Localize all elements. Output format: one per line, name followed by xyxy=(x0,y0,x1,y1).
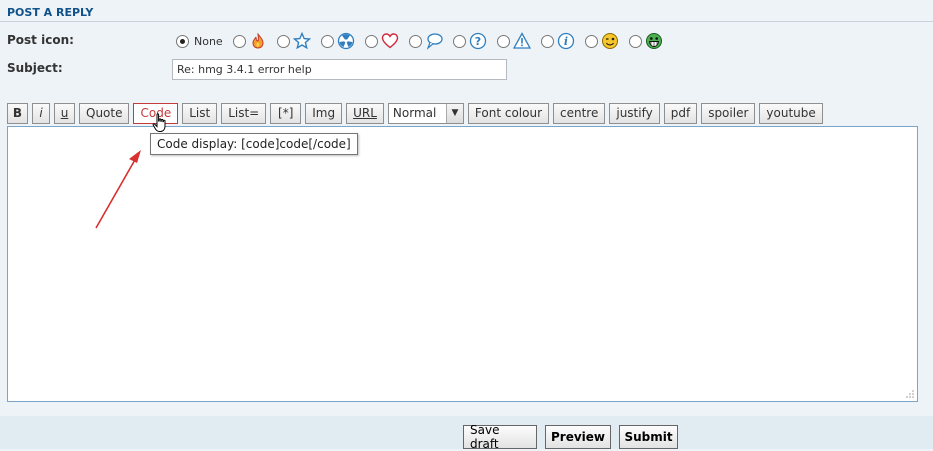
post-icon-none-option[interactable]: None xyxy=(176,34,223,48)
heart-icon xyxy=(381,33,398,49)
radio-wink[interactable] xyxy=(584,34,598,48)
warning-icon xyxy=(512,32,531,49)
bold-button[interactable]: B xyxy=(7,102,28,124)
grin-smiley-icon xyxy=(645,33,662,49)
quote-button[interactable]: Quote xyxy=(79,102,130,124)
post-icon-option-star[interactable] xyxy=(276,32,311,50)
radioactive-icon xyxy=(337,32,354,50)
img-button[interactable]: Img xyxy=(305,102,343,124)
spoiler-button[interactable]: spoiler xyxy=(701,102,756,124)
speech-bubble-icon xyxy=(426,33,443,50)
radio-info[interactable] xyxy=(540,34,554,48)
svg-text:i: i xyxy=(564,35,568,48)
post-icon-option-warning[interactable] xyxy=(496,32,531,50)
info-icon: i xyxy=(557,32,574,50)
radio-radioactive[interactable] xyxy=(320,34,334,48)
list-button[interactable]: List xyxy=(182,102,218,124)
code-tooltip: Code display: [code]code[/code] xyxy=(150,133,358,155)
radio-star[interactable] xyxy=(276,34,290,48)
justify-button[interactable]: justify xyxy=(609,102,660,124)
font-colour-button[interactable]: Font colour xyxy=(467,102,550,124)
list-ordered-button[interactable]: List= xyxy=(221,102,267,124)
post-icon-option-question[interactable]: ? xyxy=(452,32,487,50)
radio-question[interactable] xyxy=(452,34,466,48)
post-icon-option-radioactive[interactable] xyxy=(320,32,355,50)
wink-smiley-icon xyxy=(601,33,618,49)
post-icon-label: Post icon: xyxy=(7,33,74,47)
preview-button[interactable]: Preview xyxy=(545,425,611,449)
svg-text:?: ? xyxy=(475,35,481,48)
radio-speech[interactable] xyxy=(408,34,422,48)
post-icon-option-info[interactable]: i xyxy=(540,32,575,50)
url-button[interactable]: URL xyxy=(346,102,384,124)
radio-grin[interactable] xyxy=(628,34,642,48)
list-item-button[interactable]: [*] xyxy=(270,102,302,124)
underline-button[interactable]: u xyxy=(54,102,75,124)
subject-input[interactable] xyxy=(172,59,507,80)
pdf-button[interactable]: pdf xyxy=(663,102,698,124)
question-icon: ? xyxy=(469,32,486,50)
subject-label: Subject: xyxy=(7,61,63,75)
annotation-arrow-icon xyxy=(95,150,141,229)
post-icon-option-heart[interactable] xyxy=(364,32,399,50)
youtube-button[interactable]: youtube xyxy=(759,102,823,124)
post-icon-option-grin[interactable] xyxy=(628,32,663,50)
post-icon-option-fire[interactable] xyxy=(232,32,267,50)
italic-button[interactable]: i xyxy=(32,102,50,124)
panel-title: POST A REPLY xyxy=(0,0,933,22)
font-size-value: Normal xyxy=(392,106,437,120)
hand-cursor-icon xyxy=(152,113,166,132)
radio-warning[interactable] xyxy=(496,34,510,48)
save-draft-button[interactable]: Save draft xyxy=(463,423,537,451)
post-icon-option-wink[interactable] xyxy=(584,32,619,50)
chevron-down-icon[interactable]: ▼ xyxy=(445,103,463,123)
centre-button[interactable]: centre xyxy=(553,102,606,124)
font-size-select[interactable]: Normal ▼ xyxy=(387,102,464,124)
radio-heart[interactable] xyxy=(364,34,378,48)
radio-none[interactable] xyxy=(176,34,189,48)
formatting-toolbar: B i u Quote Code List List= [*] Img URL … xyxy=(7,102,827,124)
post-icon-option-speech[interactable] xyxy=(408,32,443,50)
post-icon-options: None ? i xyxy=(176,31,673,51)
star-icon xyxy=(292,32,311,50)
resize-handle-icon[interactable] xyxy=(905,389,915,399)
radio-fire[interactable] xyxy=(232,34,246,48)
submit-button[interactable]: Submit xyxy=(619,425,678,449)
none-label: None xyxy=(194,34,223,48)
fire-icon xyxy=(252,32,264,49)
